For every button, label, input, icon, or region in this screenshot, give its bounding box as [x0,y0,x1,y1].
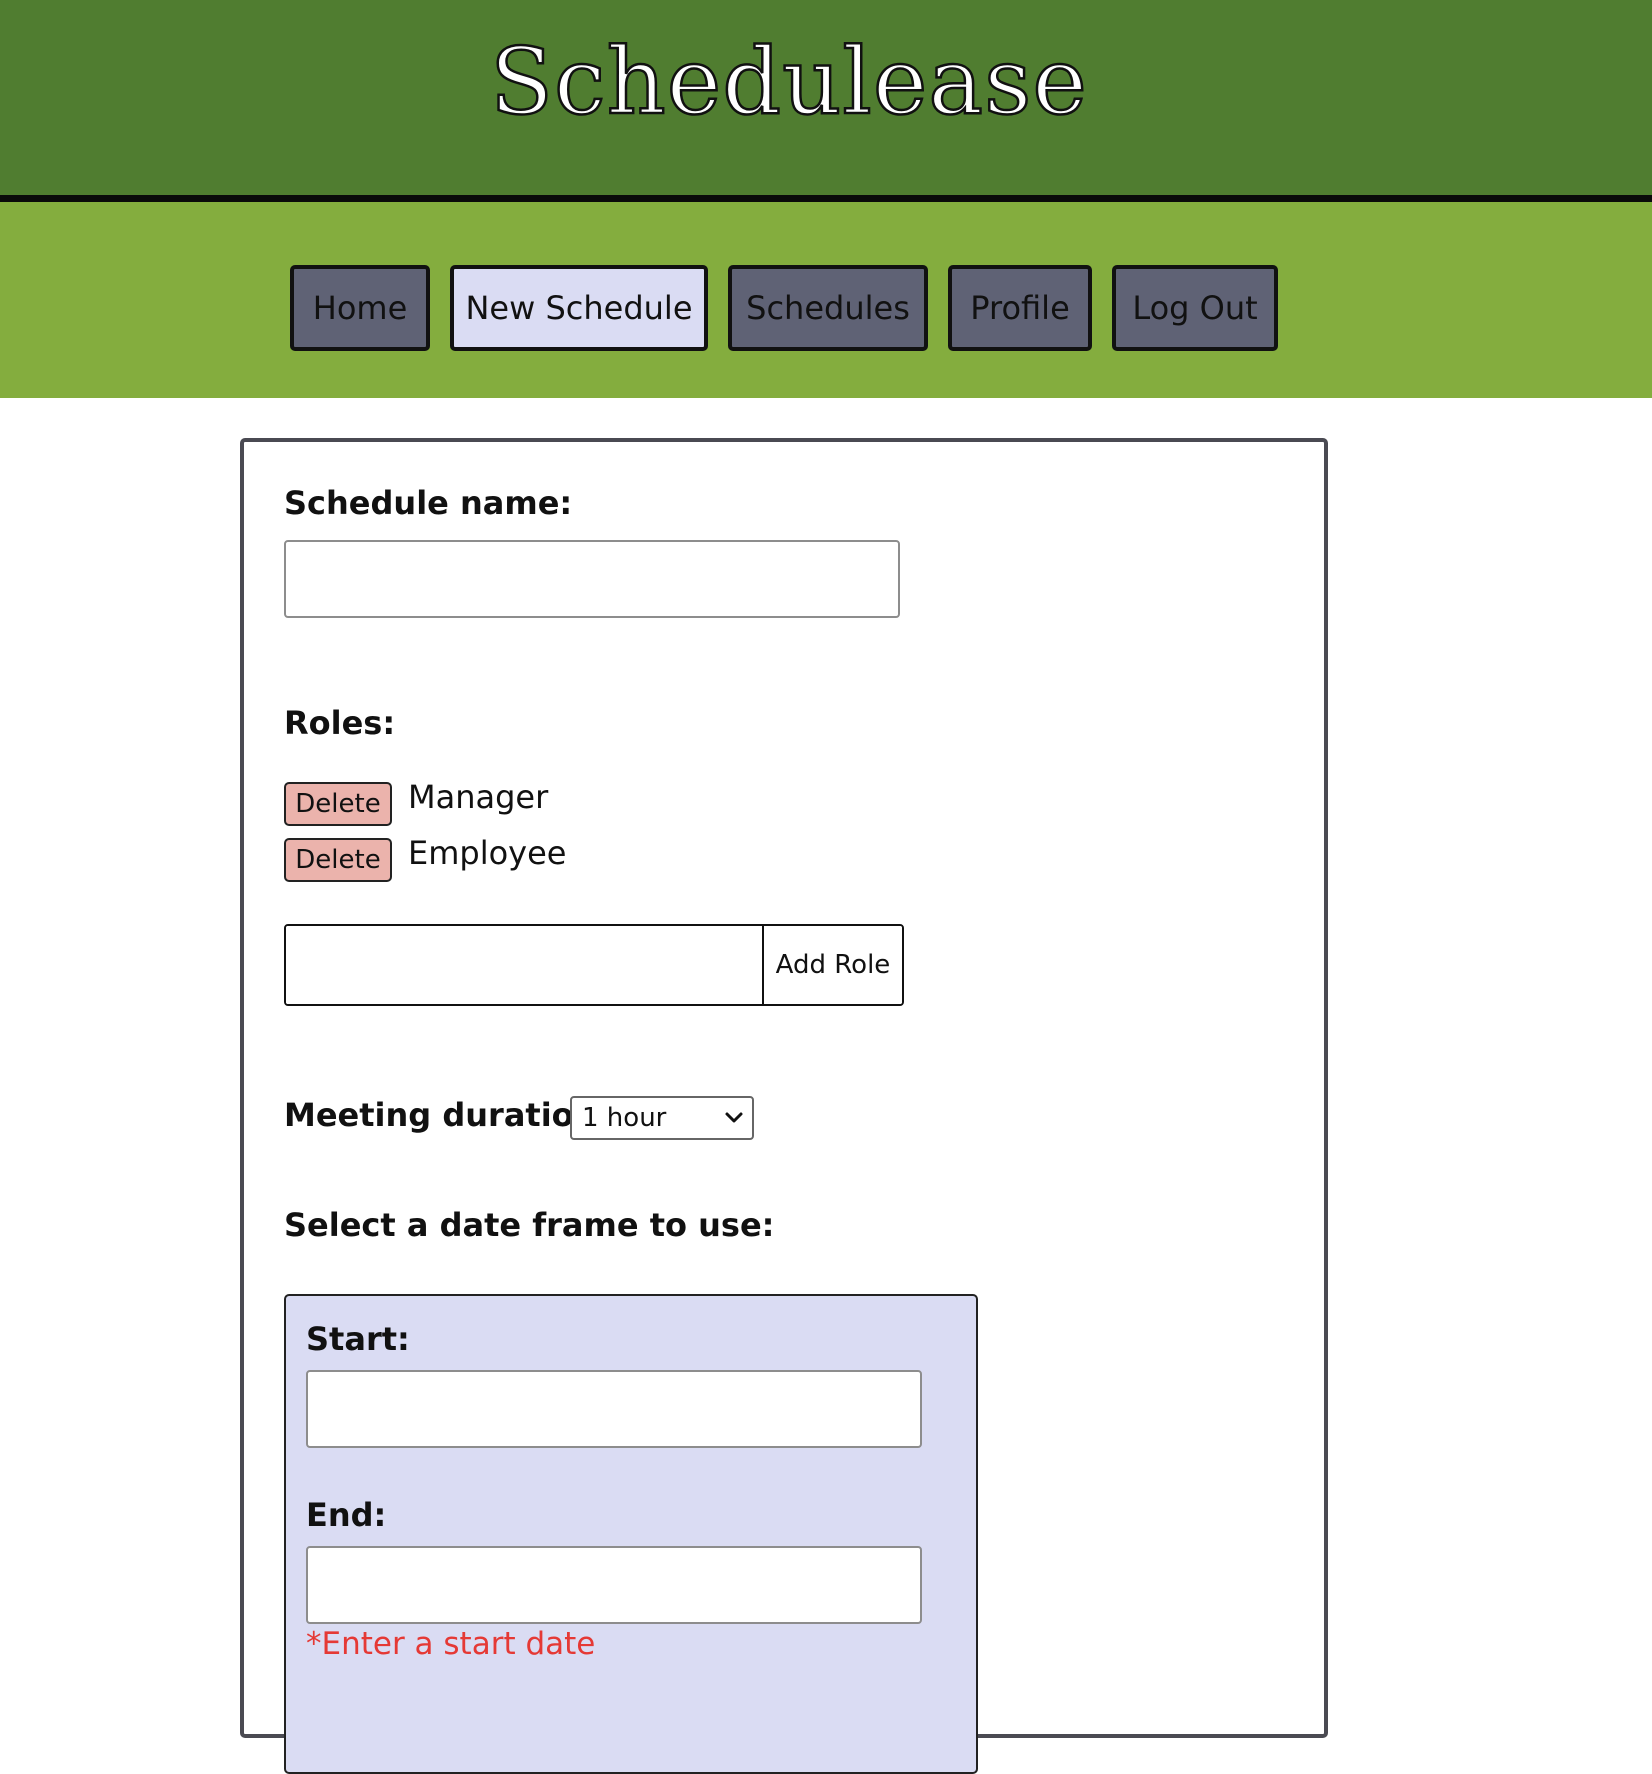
date-frame-box: Start: End: *Enter a start date [284,1294,978,1774]
nav-home-button[interactable]: Home [290,265,430,351]
header-divider [0,195,1652,202]
start-label: Start: [306,1320,410,1358]
meeting-duration-value: 1 hour [582,1103,667,1133]
meeting-duration-select[interactable]: 1 hour [570,1096,754,1140]
chevron-down-icon [725,1112,743,1123]
add-role-group: Add Role [284,924,904,1006]
delete-role-employee-button[interactable]: Delete [284,838,392,882]
new-role-input[interactable] [286,926,762,1004]
nav-profile-button[interactable]: Profile [948,265,1092,351]
start-date-error: *Enter a start date [306,1626,596,1662]
delete-role-manager-button[interactable]: Delete [284,782,392,826]
start-date-input[interactable] [306,1370,922,1448]
meeting-duration-label: Meeting duration: [284,1096,610,1134]
new-schedule-form: Schedule name: Roles: Delete Manager Del… [240,438,1328,1774]
nav-schedules-button[interactable]: Schedules [728,265,928,351]
end-label: End: [306,1496,387,1534]
schedule-name-input[interactable] [284,540,900,618]
end-date-input[interactable] [306,1546,922,1624]
nav-logout-button[interactable]: Log Out [1112,265,1278,351]
schedule-name-label: Schedule name: [284,484,573,522]
add-role-button[interactable]: Add Role [762,926,902,1004]
role-name-manager: Manager [408,778,549,816]
roles-label: Roles: [284,704,396,742]
role-name-employee: Employee [408,834,567,872]
date-frame-label: Select a date frame to use: [284,1206,775,1244]
main-nav: Home New Schedule Schedules Profile Log … [0,202,1652,398]
nav-new-schedule-button[interactable]: New Schedule [450,265,708,351]
app-logo: Schedulease [489,27,1088,137]
app-header: Schedulease [0,0,1652,195]
